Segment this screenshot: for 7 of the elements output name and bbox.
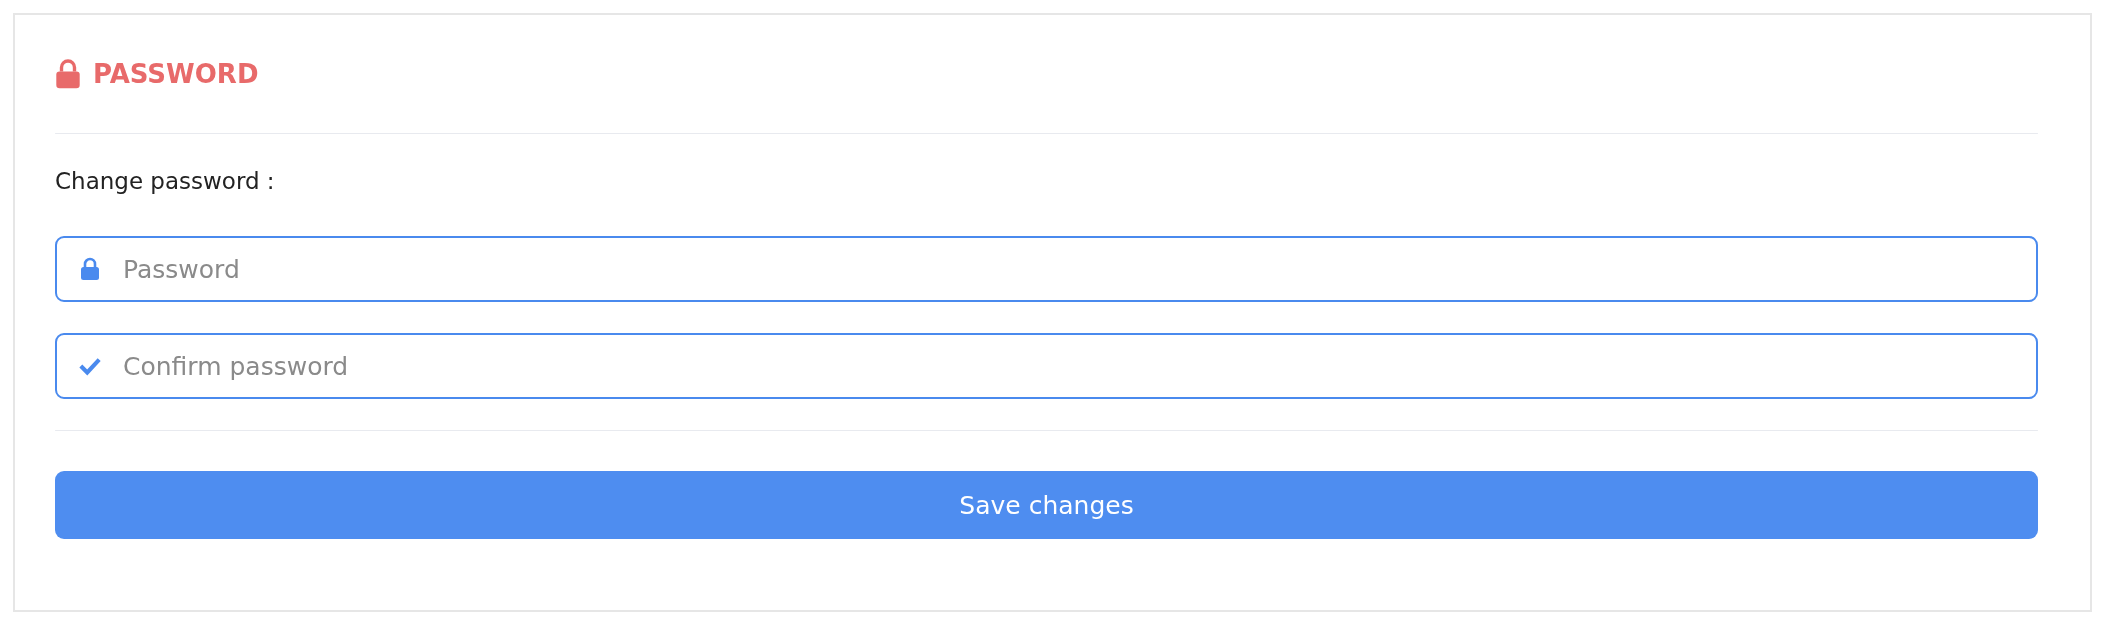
input-field[interactable]: Password — [55, 236, 2038, 302]
section-title: PASSWORD — [93, 59, 259, 89]
input-field[interactable]: Confirm password — [55, 333, 2038, 399]
lock-icon — [79, 257, 101, 281]
save-button[interactable]: Save changes — [55, 471, 2038, 539]
lock-icon — [55, 58, 81, 90]
field-label: Change password : — [55, 168, 276, 194]
